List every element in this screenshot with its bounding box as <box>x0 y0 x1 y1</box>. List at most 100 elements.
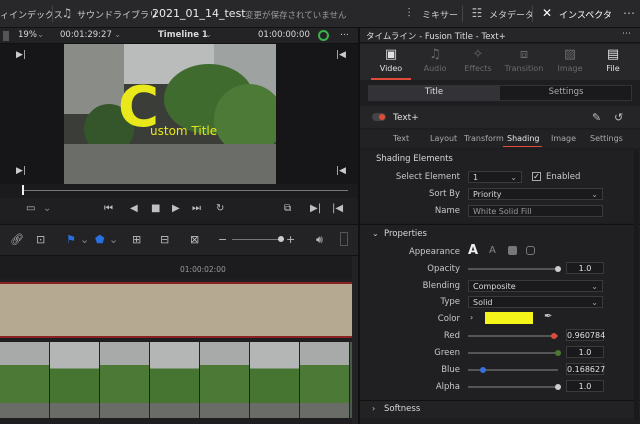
tab-audio[interactable]: ♫ Audio <box>412 46 458 73</box>
go-to-end-icon[interactable]: ⏭ <box>192 203 201 215</box>
subtab-settings[interactable]: Settings <box>500 85 632 101</box>
outline-appearance-icon[interactable]: A <box>489 245 496 256</box>
sort-by-dropdown[interactable]: Priority ⌄ <box>468 188 603 200</box>
zoom-in-icon[interactable]: + <box>286 234 295 246</box>
mixer-button[interactable]: ミキサー <box>422 8 458 21</box>
blending-dropdown[interactable]: Composite ⌄ <box>468 280 603 292</box>
more-icon[interactable]: ⋯ <box>622 29 631 39</box>
tab-effects[interactable]: ✧ Effects <box>455 46 501 73</box>
stop-icon[interactable]: ■ <box>151 203 160 215</box>
reset-icon[interactable]: ↺ <box>614 111 623 124</box>
mixer-icon[interactable]: ⫶ <box>402 6 416 20</box>
sound-library-icon[interactable]: ♫ <box>60 6 74 20</box>
border-appearance-icon[interactable] <box>526 246 535 255</box>
opacity-value[interactable]: 1.0 <box>566 262 604 274</box>
tab-shading[interactable]: Shading <box>507 134 540 143</box>
zoom-custom-icon[interactable]: ⊠ <box>190 234 199 246</box>
text-appearance-icon[interactable]: A <box>468 243 478 258</box>
chevron-down-icon[interactable]: ⌄ <box>372 229 379 238</box>
tab-text[interactable]: Text <box>393 134 409 143</box>
play-icon[interactable]: ▶ <box>172 203 180 215</box>
tab-image[interactable]: ▨ Image <box>547 46 593 73</box>
title-clip[interactable] <box>0 282 352 338</box>
color-swatch[interactable] <box>485 312 533 324</box>
playhead[interactable] <box>22 185 24 195</box>
select-element-dropdown[interactable]: 1 ⌄ <box>468 171 522 183</box>
tab-layout[interactable]: Layout <box>430 134 457 143</box>
reverse-marker-icon[interactable]: |◀ <box>336 166 346 176</box>
tab-file[interactable]: ▤ File <box>590 46 636 73</box>
type-dropdown[interactable]: Solid ⌄ <box>468 296 603 308</box>
timeline-name[interactable]: Timeline 1 <box>158 30 208 40</box>
inspector-icon[interactable]: ✕ <box>540 6 554 20</box>
zoom-slider[interactable] <box>232 239 284 240</box>
magic-wand-icon[interactable]: ✎ <box>592 111 601 124</box>
block-appearance-icon[interactable] <box>508 246 517 255</box>
alpha-slider[interactable] <box>468 386 558 388</box>
more-icon[interactable]: ⋯ <box>622 6 636 20</box>
chevron-down-icon[interactable]: ⌄ <box>109 234 118 246</box>
zoom-out-icon[interactable]: − <box>218 234 227 246</box>
loop-icon[interactable]: ↻ <box>216 203 224 215</box>
section-title[interactable]: Properties <box>384 229 427 239</box>
zoom-detail-icon[interactable]: ⊟ <box>160 234 169 246</box>
chevron-down-icon[interactable]: ⌄ <box>80 234 89 246</box>
opacity-slider-knob[interactable] <box>555 266 561 272</box>
play-marker-icon[interactable]: ▶| <box>16 50 26 60</box>
lock-icon[interactable]: ⊡ <box>36 234 45 246</box>
reverse-marker-icon[interactable]: |◀ <box>336 50 346 60</box>
enabled-checkbox[interactable]: ✓ <box>532 172 541 181</box>
green-value[interactable]: 1.0 <box>566 346 604 358</box>
play-reverse-icon[interactable]: ◀ <box>130 203 138 215</box>
name-field[interactable]: White Solid Fill <box>468 205 603 217</box>
timeline-ruler[interactable] <box>0 256 358 278</box>
subtab-title[interactable]: Title <box>368 85 500 101</box>
chevron-down-icon[interactable]: ⌄ <box>205 30 212 40</box>
next-clip-icon[interactable]: ▶| <box>310 203 321 215</box>
video-preview[interactable] <box>64 44 276 184</box>
tab-transition[interactable]: ⧈ Transition <box>501 46 547 73</box>
scrub-bar[interactable] <box>0 184 358 198</box>
eyedropper-icon[interactable]: ✒ <box>544 311 552 322</box>
tab-settings[interactable]: Settings <box>590 134 623 143</box>
zoom-level[interactable]: 19% <box>18 30 37 40</box>
green-slider[interactable] <box>468 352 558 354</box>
previous-clip-icon[interactable]: |◀ <box>332 203 343 215</box>
red-value[interactable]: 0.960784 <box>566 329 605 341</box>
chevron-right-icon[interactable]: › <box>372 404 375 413</box>
go-to-start-icon[interactable]: ⏮ <box>104 203 113 215</box>
tab-image[interactable]: Image <box>551 134 576 143</box>
chevron-down-icon[interactable]: ⌄ <box>37 30 44 40</box>
alpha-slider-knob[interactable] <box>555 384 561 390</box>
chevron-right-icon[interactable]: › <box>470 313 473 322</box>
flag-icon[interactable]: ⚑ <box>66 234 76 246</box>
chevron-down-icon[interactable]: ⌄ <box>114 30 121 40</box>
sound-library-button[interactable]: サウンドライブラリ <box>77 8 158 21</box>
video-clip[interactable] <box>0 342 352 418</box>
alpha-value[interactable]: 1.0 <box>566 380 604 392</box>
chevron-down-icon[interactable]: ⌄ <box>43 203 51 215</box>
media-index-button[interactable]: ィインデックス <box>0 8 63 21</box>
tab-video[interactable]: ▣ Video <box>368 46 414 73</box>
scrub-track[interactable] <box>22 190 348 191</box>
more-icon[interactable]: ⋯ <box>340 30 349 40</box>
zoom-slider-knob[interactable] <box>278 236 284 242</box>
inspector-button[interactable]: インスペクタ <box>559 8 612 21</box>
safe-area-icon[interactable]: ▭ <box>26 203 35 215</box>
marker-icon[interactable]: ⬟ <box>95 234 105 246</box>
tab-transform[interactable]: Transform <box>464 134 504 143</box>
red-slider[interactable] <box>468 335 558 337</box>
speaker-icon[interactable]: 🔊︎ <box>316 234 323 246</box>
zoom-full-icon[interactable]: ⊞ <box>132 234 141 246</box>
play-marker-icon[interactable]: ▶| <box>16 166 26 176</box>
green-slider-knob[interactable] <box>555 350 561 356</box>
color-wheel-icon[interactable] <box>318 30 329 41</box>
panel-handle[interactable] <box>3 31 9 41</box>
inspector-scrollbar[interactable] <box>634 150 639 420</box>
metadata-icon[interactable]: ☷ <box>470 6 484 20</box>
match-frame-icon[interactable]: ⧉ <box>284 203 291 215</box>
softness-label[interactable]: Softness <box>384 404 420 414</box>
metadata-button[interactable]: メタデータ <box>489 8 534 21</box>
opacity-slider[interactable] <box>468 268 558 270</box>
link-icon[interactable]: 🔗︎ <box>10 234 24 246</box>
